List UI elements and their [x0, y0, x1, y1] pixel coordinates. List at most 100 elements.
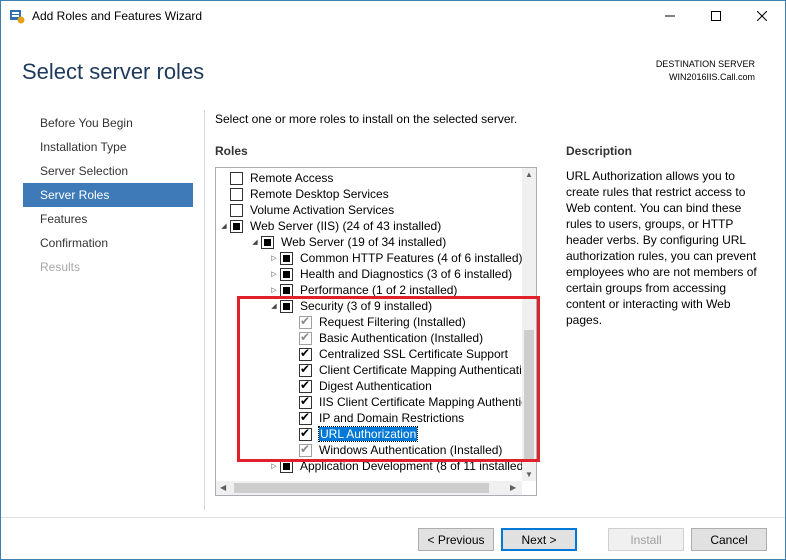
tree-row[interactable]: ▷ Common HTTP Features (4 of 6 installed)	[268, 250, 523, 266]
tree-row[interactable]: Request Filtering (Installed)	[287, 314, 466, 330]
role-label[interactable]: Digest Authentication	[319, 379, 432, 393]
nav-divider	[204, 110, 205, 510]
scroll-up-icon[interactable]: ▲	[525, 170, 533, 179]
tree-row[interactable]: Client Certificate Mapping Authenticatio…	[287, 362, 523, 378]
role-checkbox[interactable]	[299, 426, 312, 441]
description-text: URL Authorization allows you to create r…	[566, 169, 757, 327]
role-label[interactable]: Basic Authentication (Installed)	[319, 331, 483, 345]
tree-row[interactable]: Remote Access	[218, 170, 333, 186]
role-checkbox[interactable]	[280, 283, 293, 297]
role-checkbox[interactable]	[299, 394, 312, 409]
role-label[interactable]: Web Server (19 of 34 installed)	[281, 235, 446, 249]
role-label[interactable]: Remote Access	[250, 171, 333, 185]
tree-row[interactable]: Volume Activation Services	[218, 202, 394, 218]
title-bar: Add Roles and Features Wizard	[1, 1, 785, 31]
role-checkbox[interactable]	[230, 187, 243, 201]
role-label[interactable]: Web Server (IIS) (24 of 43 installed)	[250, 219, 441, 233]
tree-row[interactable]: ▷ Application Development (8 of 11 instal…	[268, 458, 523, 474]
tree-row[interactable]: ▷ Performance (1 of 2 installed)	[268, 282, 457, 298]
role-label[interactable]: Request Filtering (Installed)	[319, 315, 466, 329]
scroll-left-icon[interactable]: ◀	[220, 483, 226, 492]
minimize-button[interactable]	[647, 1, 693, 31]
page-title: Select server roles	[22, 59, 205, 84]
vertical-scrollbar[interactable]: ▲ ▼	[522, 168, 536, 481]
collapse-arrow-icon[interactable]: ◢	[218, 218, 230, 234]
collapse-arrow-icon[interactable]: ◢	[249, 234, 261, 250]
role-label[interactable]: Centralized SSL Certificate Support	[319, 347, 508, 361]
install-button: Install	[608, 528, 684, 551]
tree-row[interactable]: URL Authorization	[287, 426, 419, 442]
role-checkbox[interactable]	[299, 378, 312, 393]
role-label[interactable]: Remote Desktop Services	[250, 187, 389, 201]
role-label[interactable]: Windows Authentication (Installed)	[319, 443, 502, 457]
destination-server-label: DESTINATION SERVER	[655, 59, 755, 69]
role-checkbox[interactable]	[230, 203, 243, 217]
destination-server-name: WIN2016IIS.Call.com	[668, 72, 755, 82]
tree-row[interactable]: ◢ Web Server (19 of 34 installed)	[249, 234, 446, 250]
nav-item-server-roles[interactable]: Server Roles	[23, 183, 193, 207]
role-label[interactable]: IP and Domain Restrictions	[319, 411, 464, 425]
role-label[interactable]: Health and Diagnostics (3 of 6 installed…	[300, 267, 512, 281]
tree-row[interactable]: Centralized SSL Certificate Support	[287, 346, 508, 362]
close-icon	[757, 11, 767, 21]
role-checkbox[interactable]	[230, 171, 243, 185]
tree-row[interactable]: ◢ Web Server (IIS) (24 of 43 installed)	[218, 218, 441, 234]
tree-row[interactable]: Digest Authentication	[287, 378, 432, 394]
previous-button[interactable]: < Previous	[418, 528, 494, 551]
tree-row[interactable]: Windows Authentication (Installed)	[287, 442, 502, 458]
role-label[interactable]: Application Development (8 of 11 install…	[300, 459, 523, 473]
tree-row[interactable]: ▷ Health and Diagnostics (3 of 6 installe…	[268, 266, 512, 282]
role-label[interactable]: IIS Client Certificate Mapping Authentic…	[319, 395, 523, 409]
expand-arrow-icon[interactable]: ▷	[268, 266, 280, 282]
tree-row[interactable]: ◢ Security (3 of 9 installed)	[268, 298, 432, 314]
nav-item-server-selection[interactable]: Server Selection	[23, 159, 193, 183]
scroll-right-icon[interactable]: ▶	[510, 483, 516, 492]
role-checkbox[interactable]	[299, 362, 312, 377]
scroll-down-icon[interactable]: ▼	[525, 470, 533, 479]
vertical-scroll-thumb[interactable]	[524, 330, 534, 462]
role-label[interactable]: URL Authorization	[317, 426, 419, 442]
maximize-icon	[711, 11, 721, 21]
horizontal-scroll-thumb[interactable]	[234, 483, 489, 493]
role-checkbox[interactable]	[280, 267, 293, 281]
roles-tree[interactable]: Remote Access Remote Desktop Services Volu…	[215, 167, 537, 496]
nav-item-installation-type[interactable]: Installation Type	[23, 135, 193, 159]
role-checkbox[interactable]	[299, 410, 312, 425]
tree-row[interactable]: IIS Client Certificate Mapping Authentic…	[287, 394, 523, 410]
cancel-button[interactable]: Cancel	[691, 528, 767, 551]
role-checkbox	[299, 442, 312, 457]
role-checkbox[interactable]	[261, 235, 274, 249]
next-button[interactable]: Next >	[501, 528, 577, 551]
nav-item-features[interactable]: Features	[23, 207, 193, 231]
tree-row[interactable]: Remote Desktop Services	[218, 186, 389, 202]
expand-arrow-icon[interactable]: ▷	[268, 282, 280, 298]
role-label[interactable]: Common HTTP Features (4 of 6 installed)	[300, 251, 523, 265]
role-label[interactable]: Client Certificate Mapping Authenticatio…	[319, 363, 523, 377]
role-checkbox[interactable]	[230, 219, 243, 233]
expand-arrow-icon[interactable]: ▷	[268, 250, 280, 266]
horizontal-scrollbar[interactable]: ◀ ▶	[216, 481, 522, 495]
role-label[interactable]: Performance (1 of 2 installed)	[300, 283, 457, 297]
role-checkbox[interactable]	[280, 299, 293, 313]
roles-heading: Roles	[215, 144, 248, 158]
nav-item-confirmation[interactable]: Confirmation	[23, 231, 193, 255]
role-checkbox[interactable]	[280, 251, 293, 265]
tree-row[interactable]: IP and Domain Restrictions	[287, 410, 464, 426]
server-manager-icon	[10, 10, 25, 24]
close-button[interactable]	[739, 1, 785, 31]
collapse-arrow-icon[interactable]: ◢	[268, 298, 280, 314]
minimize-icon	[665, 15, 675, 17]
expand-arrow-icon[interactable]: ▷	[268, 458, 280, 474]
role-label[interactable]: Security (3 of 9 installed)	[300, 299, 432, 313]
tree-row[interactable]: Basic Authentication (Installed)	[287, 330, 483, 346]
nav-item-before-you-begin[interactable]: Before You Begin	[23, 111, 193, 135]
role-label[interactable]: Volume Activation Services	[250, 203, 394, 217]
maximize-button[interactable]	[693, 1, 739, 31]
role-checkbox[interactable]	[299, 346, 312, 361]
footer-divider	[1, 517, 785, 518]
role-checkbox[interactable]	[280, 459, 293, 473]
